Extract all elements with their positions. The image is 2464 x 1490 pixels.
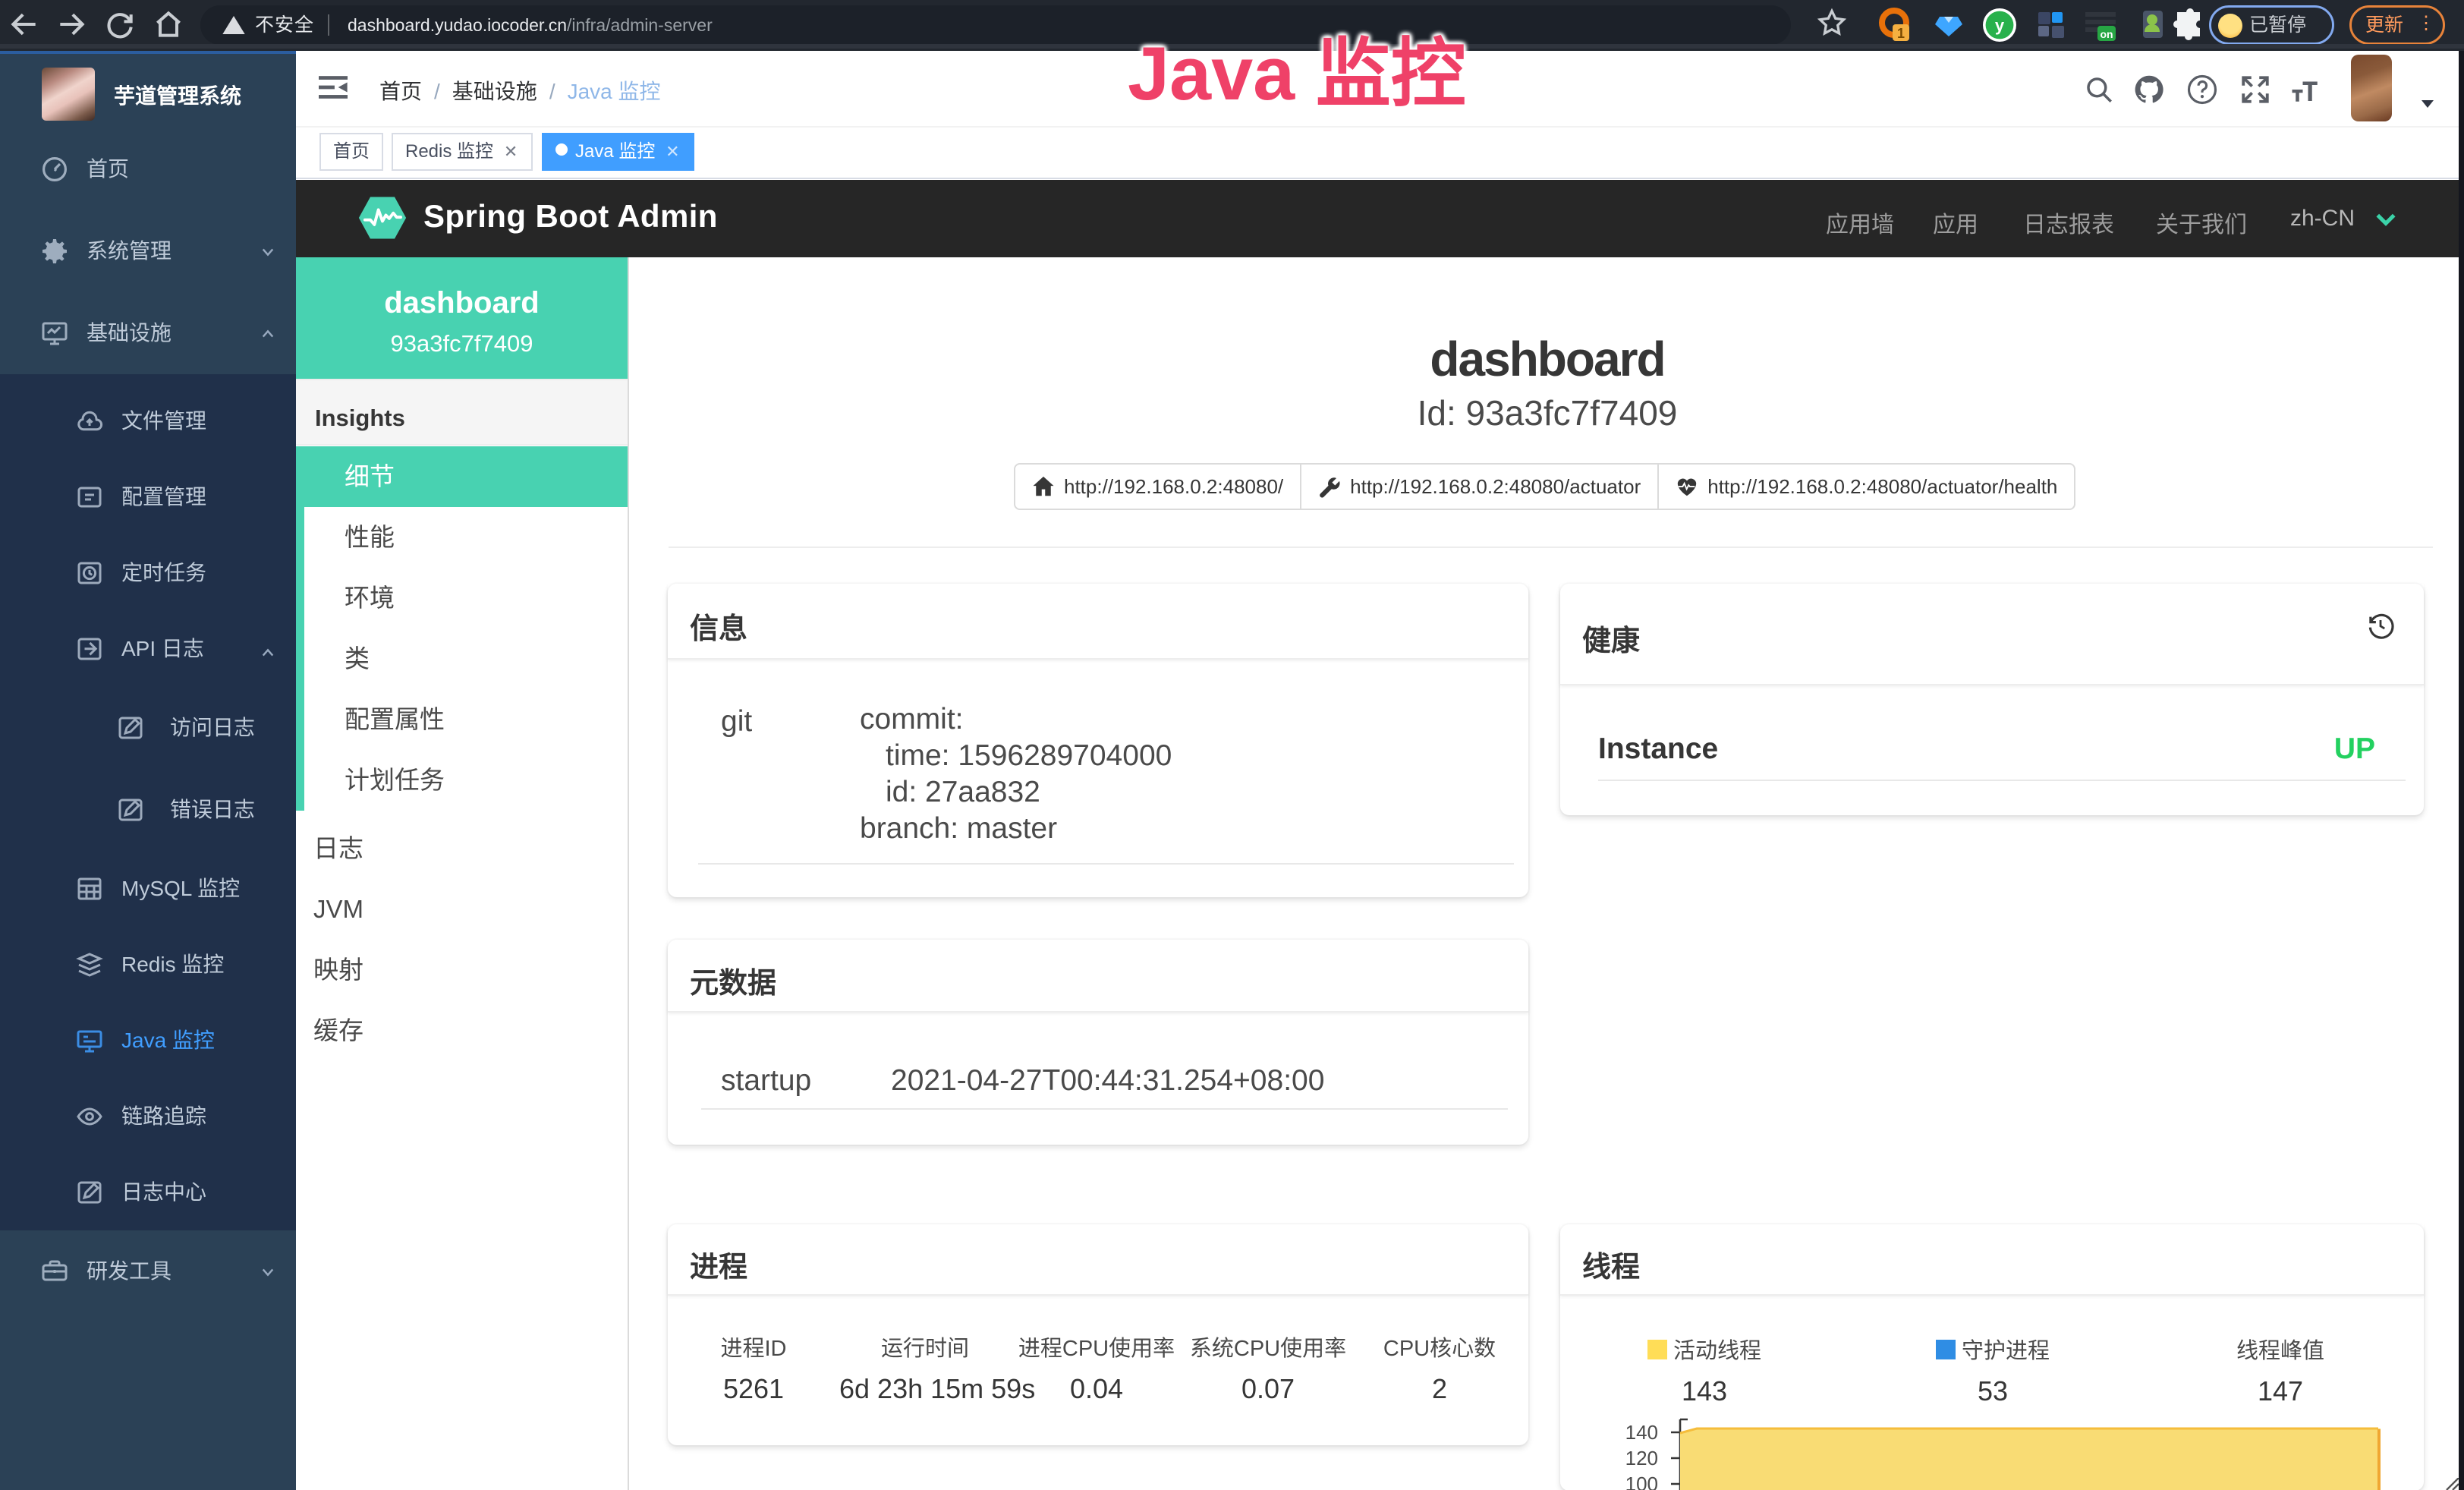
svg-text:140: 140	[1625, 1421, 1658, 1444]
svg-text:y: y	[1995, 16, 2005, 35]
svg-text:100: 100	[1625, 1473, 1658, 1490]
svg-text:1: 1	[1897, 26, 1905, 41]
svg-text:on: on	[2100, 28, 2113, 40]
svg-text:120: 120	[1625, 1447, 1658, 1470]
